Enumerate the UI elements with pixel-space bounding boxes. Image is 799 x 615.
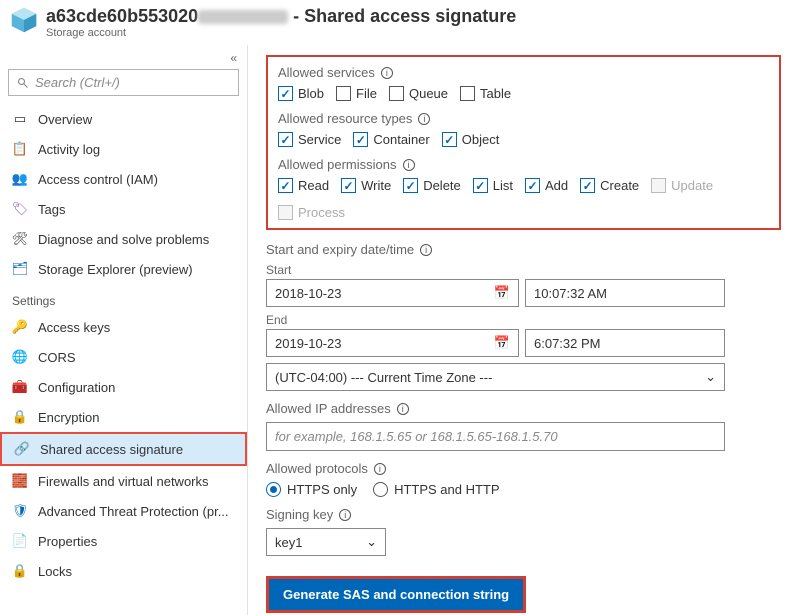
sidebar-item-encryption[interactable]: 🔒Encryption	[0, 402, 247, 432]
chevron-down-icon: ⌄	[705, 369, 716, 385]
checkbox-update: Update	[651, 178, 713, 193]
start-expiry-label: Start and expiry date/timei	[266, 242, 781, 257]
sidebar-item-advanced-threat[interactable]: 🛡Advanced Threat Protection (pr...	[0, 496, 247, 526]
highlighted-settings-box: Allowed servicesi Blob File Queue Table …	[266, 55, 781, 230]
start-time-input[interactable]: 10:07:32 AM	[525, 279, 725, 307]
checkbox-container[interactable]: Container	[353, 132, 429, 147]
sidebar-item-properties[interactable]: 📄Properties	[0, 526, 247, 556]
checkbox-add[interactable]: Add	[525, 178, 568, 193]
generate-sas-button[interactable]: Generate SAS and connection string	[266, 576, 526, 613]
sidebar-item-diagnose[interactable]: 🛠Diagnose and solve problems	[0, 224, 247, 254]
sidebar-item-tags[interactable]: 🏷Tags	[0, 194, 247, 224]
sidebar-item-storage-explorer[interactable]: 🗂Storage Explorer (preview)	[0, 254, 247, 284]
tag-icon: 🏷	[12, 201, 28, 217]
allowed-permissions-label: Allowed permissionsi	[278, 157, 769, 172]
sidebar-item-firewalls[interactable]: 🧱Firewalls and virtual networks	[0, 466, 247, 496]
timezone-select[interactable]: (UTC-04:00) --- Current Time Zone ---⌄	[266, 363, 725, 391]
allowed-services-label: Allowed servicesi	[278, 65, 769, 80]
activity-log-icon: 📋	[12, 141, 28, 157]
cors-icon: 🌐	[12, 349, 28, 365]
allowed-ip-label: Allowed IP addressesi	[266, 401, 781, 416]
search-icon	[17, 77, 29, 89]
resource-type-label: Storage account	[46, 27, 516, 39]
key-icon: 🔑	[12, 319, 28, 335]
info-icon[interactable]: i	[418, 113, 430, 125]
properties-icon: 📄	[12, 533, 28, 549]
config-icon: 🧰	[12, 379, 28, 395]
checkbox-list[interactable]: List	[473, 178, 513, 193]
storage-account-icon	[10, 6, 38, 34]
sidebar-item-activity-log[interactable]: 📋Activity log	[0, 134, 247, 164]
radio-https-and-http[interactable]: HTTPS and HTTP	[373, 482, 499, 497]
settings-section-label: Settings	[0, 284, 247, 312]
main-content: Allowed servicesi Blob File Queue Table …	[248, 45, 799, 615]
calendar-icon: 📅	[494, 285, 510, 301]
checkbox-process: Process	[278, 205, 345, 220]
radio-https-only[interactable]: HTTPS only	[266, 482, 357, 497]
info-icon[interactable]: i	[397, 403, 409, 415]
sidebar-item-access-keys[interactable]: 🔑Access keys	[0, 312, 247, 342]
chevron-down-icon: ⌄	[366, 534, 377, 550]
signing-key-select[interactable]: key1⌄	[266, 528, 386, 556]
checkbox-file[interactable]: File	[336, 86, 377, 101]
redacted-id	[198, 10, 288, 24]
checkbox-object[interactable]: Object	[442, 132, 500, 147]
start-label: Start	[266, 263, 781, 277]
end-date-input[interactable]: 2019-10-23📅	[266, 329, 519, 357]
link-icon: 🔗	[14, 441, 30, 457]
info-icon[interactable]: i	[381, 67, 393, 79]
end-time-input[interactable]: 6:07:32 PM	[525, 329, 725, 357]
lock-icon: 🔒	[12, 409, 28, 425]
info-icon[interactable]: i	[403, 159, 415, 171]
checkbox-blob[interactable]: Blob	[278, 86, 324, 101]
end-label: End	[266, 313, 781, 327]
sidebar-item-configuration[interactable]: 🧰Configuration	[0, 372, 247, 402]
shield-icon: 🛡	[12, 503, 28, 519]
allowed-ip-input[interactable]: for example, 168.1.5.65 or 168.1.5.65-16…	[266, 422, 725, 451]
checkbox-table[interactable]: Table	[460, 86, 511, 101]
signing-key-label: Signing keyi	[266, 507, 781, 522]
collapse-sidebar-button[interactable]: «	[0, 51, 247, 69]
sidebar-item-cors[interactable]: 🌐CORS	[0, 342, 247, 372]
sidebar-item-shared-access-signature[interactable]: 🔗Shared access signature	[0, 432, 247, 466]
diagnose-icon: 🛠	[12, 231, 28, 247]
sidebar-item-overview[interactable]: ▭Overview	[0, 104, 247, 134]
page-title: a63cde60b553020 - Shared access signatur…	[46, 6, 516, 27]
iam-icon: 👥	[12, 171, 28, 187]
checkbox-delete[interactable]: Delete	[403, 178, 461, 193]
overview-icon: ▭	[12, 111, 28, 127]
sidebar-item-locks[interactable]: 🔒Locks	[0, 556, 247, 586]
info-icon[interactable]: i	[420, 244, 432, 256]
checkbox-read[interactable]: Read	[278, 178, 329, 193]
checkbox-create[interactable]: Create	[580, 178, 639, 193]
start-date-input[interactable]: 2018-10-23📅	[266, 279, 519, 307]
info-icon[interactable]: i	[374, 463, 386, 475]
info-icon[interactable]: i	[339, 509, 351, 521]
locks-icon: 🔒	[12, 563, 28, 579]
storage-explorer-icon: 🗂	[12, 261, 28, 277]
search-input[interactable]: Search (Ctrl+/)	[8, 69, 239, 96]
page-header: a63cde60b553020 - Shared access signatur…	[0, 0, 799, 45]
sidebar-item-access-control[interactable]: 👥Access control (IAM)	[0, 164, 247, 194]
sidebar: « Search (Ctrl+/) ▭Overview 📋Activity lo…	[0, 45, 248, 615]
checkbox-queue[interactable]: Queue	[389, 86, 448, 101]
checkbox-write[interactable]: Write	[341, 178, 391, 193]
allowed-resource-types-label: Allowed resource typesi	[278, 111, 769, 126]
calendar-icon: 📅	[494, 335, 510, 351]
checkbox-service[interactable]: Service	[278, 132, 341, 147]
allowed-protocols-label: Allowed protocolsi	[266, 461, 781, 476]
firewall-icon: 🧱	[12, 473, 28, 489]
